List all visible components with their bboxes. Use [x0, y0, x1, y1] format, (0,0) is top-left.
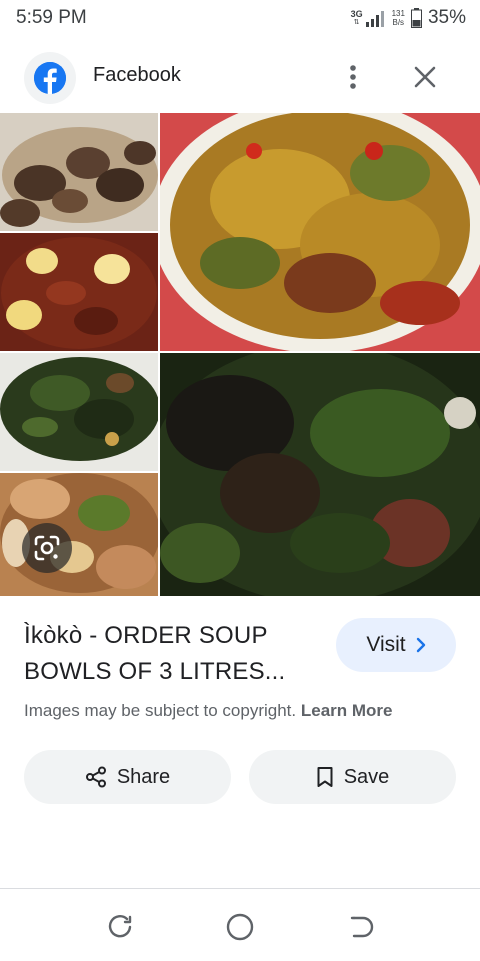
collage-tile-egusi-soup [160, 113, 480, 351]
system-nav-bar [0, 888, 480, 961]
signal-icon [365, 10, 384, 27]
share-label: Share [116, 765, 171, 788]
network-type: 3G [350, 8, 363, 19]
more-options-button[interactable] [336, 58, 370, 96]
back-button[interactable] [340, 907, 380, 947]
share-icon [85, 766, 106, 788]
recents-icon [108, 914, 132, 938]
home-button[interactable] [220, 907, 260, 947]
collage-tile-pepper-soup [0, 473, 158, 596]
collage-tile-eggs [0, 233, 158, 351]
collage-tile-vegetable-soup [0, 353, 158, 471]
battery-icon [410, 8, 422, 28]
close-button[interactable] [404, 58, 446, 96]
more-vert-icon [350, 65, 356, 89]
network-indicator: 3G ⇅ [350, 8, 386, 27]
battery-percent: 35% [427, 7, 466, 28]
home-icon [226, 913, 254, 941]
share-button[interactable]: Share [24, 750, 231, 804]
collage-divider [158, 113, 160, 596]
copyright-text: Images may be subject to copyright. [24, 701, 297, 720]
facebook-icon [34, 62, 66, 94]
site-favicon[interactable] [24, 52, 76, 104]
speed-value: 131 [391, 9, 405, 18]
google-lens-icon [34, 535, 60, 561]
collage-tile-meat [0, 113, 158, 231]
visit-button[interactable]: Visit [336, 618, 456, 672]
close-icon [414, 66, 436, 88]
back-icon [350, 916, 374, 938]
collage-tile-afang-soup [160, 353, 480, 596]
recent-apps-button[interactable] [100, 907, 140, 947]
copyright-notice: Images may be subject to copyright. Lear… [24, 701, 393, 721]
data-arrows-icon: ⇅ [353, 18, 360, 26]
save-button[interactable]: Save [249, 750, 456, 804]
bookmark-icon [317, 767, 333, 787]
result-title[interactable]: Ìkòkò - ORDER SOUP BOWLS OF 3 LITRES... [24, 618, 314, 690]
save-label: Save [343, 765, 390, 788]
source-header: Facebook [0, 40, 480, 110]
status-time: 5:59 PM [16, 7, 87, 28]
lens-button[interactable] [22, 523, 72, 573]
visit-label: Visit [366, 633, 406, 656]
data-speed: 131 B/s [392, 9, 405, 27]
result-image[interactable] [0, 113, 480, 596]
status-icons: 3G ⇅ 131 B/s 35% [351, 6, 466, 30]
status-bar: 5:59 PM 3G ⇅ 131 B/s 35% [0, 0, 480, 36]
site-name[interactable]: Facebook [93, 64, 181, 87]
learn-more-link[interactable]: Learn More [301, 701, 393, 720]
speed-unit: B/s [392, 18, 405, 27]
chevron-right-icon [416, 637, 425, 653]
